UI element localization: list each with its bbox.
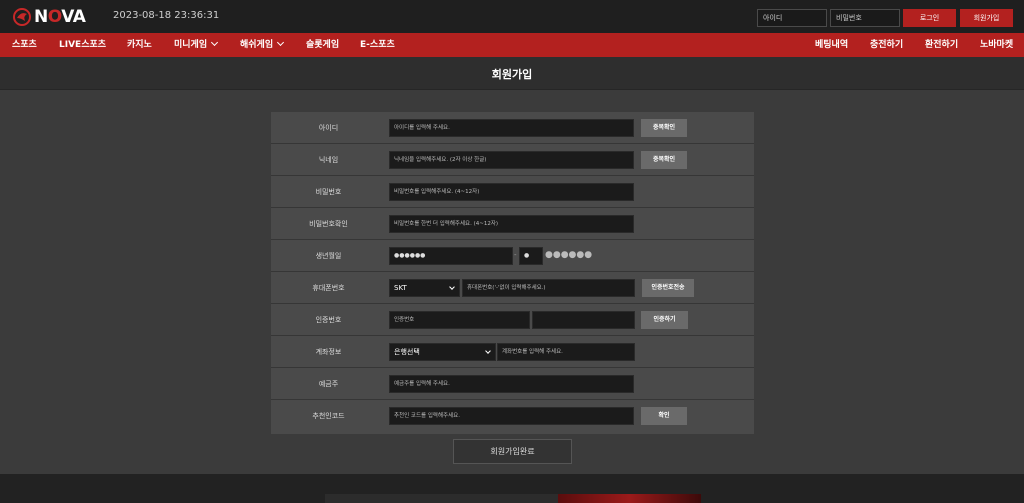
verification-label: 인증번호: [315, 316, 342, 324]
nickname-label: 닉네임: [318, 156, 339, 164]
main-nav: 스포츠 LIVE스포츠 카지노 미니게임 해쉬게임 슬롯게임 E-스포츠 베팅내…: [0, 33, 1024, 57]
nav-slotgame[interactable]: 슬롯게임: [306, 33, 339, 57]
nav-esports[interactable]: E-스포츠: [360, 33, 395, 57]
row-verification: 인증번호 인증번호 인증하기: [271, 304, 754, 336]
bank-select[interactable]: 은행선택: [389, 343, 496, 361]
top-bar: NOVA 2023-08-18 23:36:31 아이디 비밀번호 로그인 회원…: [0, 0, 1024, 33]
row-referral: 추천인코드 추천인 코드를 입력해주세요. 확인: [271, 400, 754, 432]
current-datetime: 2023-08-18 23:36:31: [113, 10, 220, 21]
password-label: 비밀번호: [315, 188, 342, 196]
logo-text: NOVA: [34, 7, 86, 27]
chevron-down-icon: [449, 284, 455, 290]
verify-button[interactable]: 인증하기: [641, 311, 688, 329]
send-code-button[interactable]: 인증번호전송: [642, 279, 694, 297]
gender-digit-input[interactable]: ●: [519, 247, 543, 265]
row-birthdate: 생년월일 ●●●●●● - ● ●●●●●●: [271, 240, 754, 272]
verification-code-extra-input[interactable]: [532, 311, 635, 329]
carrier-selected: SKT: [394, 284, 407, 292]
referral-confirm-button[interactable]: 확인: [641, 407, 687, 425]
row-username: 아이디 아이디를 입력해 주세요. 중복확인: [271, 112, 754, 144]
password-confirm-label: 비밀번호확인: [309, 220, 348, 228]
depositor-label: 예금주: [318, 380, 339, 388]
nav-betting-history[interactable]: 베팅내역: [815, 33, 848, 57]
row-nickname: 닉네임 닉네임을 입력해주세요. (2자 이상 한글) 중복확인: [271, 144, 754, 176]
title-strip: 회원가입: [0, 57, 1024, 90]
username-duplicate-check-button[interactable]: 중복확인: [641, 119, 687, 137]
username-label: 아이디: [318, 124, 339, 132]
username-input[interactable]: 아이디: [757, 9, 827, 27]
referral-label: 추천인코드: [312, 412, 345, 420]
account-number-input[interactable]: 계좌번호를 입력해 주세요.: [497, 343, 635, 361]
nav-minigame-label: 미니게임: [174, 40, 208, 50]
nav-sports[interactable]: 스포츠: [12, 33, 37, 57]
signup-username-input[interactable]: 아이디를 입력해 주세요.: [389, 119, 634, 137]
phone-label: 휴대폰번호: [312, 284, 345, 292]
row-password: 비밀번호 비밀번호를 입력해주세요. (4~12자): [271, 176, 754, 208]
bank-selected: 은행선택: [394, 348, 420, 356]
masked-digits: ●●●●●●: [545, 250, 593, 260]
nav-hashgame[interactable]: 해쉬게임: [240, 33, 285, 57]
row-phone: 휴대폰번호 SKT 휴대폰번호('-'없이 입력해주세요.) 인증번호전송: [271, 272, 754, 304]
signup-form: 아이디 아이디를 입력해 주세요. 중복확인 닉네임 닉네임을 입력해주세요. …: [271, 112, 754, 434]
chevron-down-icon: [485, 348, 491, 354]
logo[interactable]: NOVA: [12, 6, 86, 28]
nav-hashgame-label: 해쉬게임: [240, 40, 274, 50]
nickname-duplicate-check-button[interactable]: 중복확인: [641, 151, 687, 169]
dragon-logo-icon: [13, 8, 31, 26]
chevron-down-icon: [277, 38, 285, 47]
password-confirm-input[interactable]: 비밀번호를 한번 더 입력해주세요. (4~12자): [389, 215, 634, 233]
login-button[interactable]: 로그인: [903, 9, 956, 27]
nav-market[interactable]: 노바마켓: [980, 33, 1013, 57]
nav-minigame[interactable]: 미니게임: [174, 33, 219, 57]
nickname-input[interactable]: 닉네임을 입력해주세요. (2자 이상 한글): [389, 151, 634, 169]
chevron-down-icon: [211, 38, 219, 47]
birthdate-label: 생년월일: [315, 252, 342, 260]
nav-casino[interactable]: 카지노: [127, 33, 152, 57]
row-account: 계좌정보 은행선택 계좌번호를 입력해 주세요.: [271, 336, 754, 368]
nav-deposit[interactable]: 충전하기: [870, 33, 903, 57]
row-password-confirm: 비밀번호확인 비밀번호를 한번 더 입력해주세요. (4~12자): [271, 208, 754, 240]
account-label: 계좌정보: [315, 348, 342, 356]
signup-password-input[interactable]: 비밀번호를 입력해주세요. (4~12자): [389, 183, 634, 201]
page-title: 회원가입: [491, 68, 533, 81]
banner-left[interactable]: [325, 494, 558, 503]
signup-submit-button[interactable]: 회원가입완료: [453, 439, 572, 464]
birthdate-dash: -: [514, 251, 517, 259]
row-depositor: 예금주 예금주를 입력해 주세요.: [271, 368, 754, 400]
nav-withdraw[interactable]: 환전하기: [925, 33, 958, 57]
password-input[interactable]: 비밀번호: [830, 9, 900, 27]
nav-live-sports[interactable]: LIVE스포츠: [59, 33, 106, 57]
referral-code-input[interactable]: 추천인 코드를 입력해주세요.: [389, 407, 634, 425]
verification-code-input[interactable]: 인증번호: [389, 311, 530, 329]
banner-right[interactable]: [558, 494, 701, 503]
depositor-input[interactable]: 예금주를 입력해 주세요.: [389, 375, 634, 393]
signup-button[interactable]: 회원가입: [960, 9, 1013, 27]
carrier-select[interactable]: SKT: [389, 279, 460, 297]
phone-input[interactable]: 휴대폰번호('-'없이 입력해주세요.): [462, 279, 635, 297]
birthdate-input[interactable]: ●●●●●●: [389, 247, 513, 265]
